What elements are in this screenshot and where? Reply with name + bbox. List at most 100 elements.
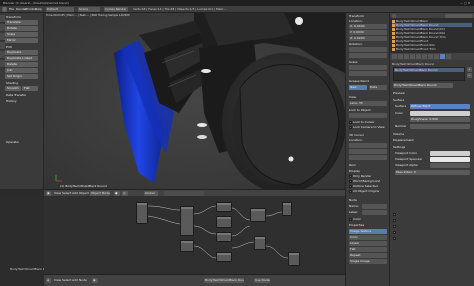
material-slot-list[interactable]: BodyHelmShieldBack Round bbox=[393, 67, 465, 81]
node-bump[interactable] bbox=[216, 232, 232, 242]
scene-selector[interactable]: Scene bbox=[78, 7, 100, 12]
checkbox-icon[interactable] bbox=[349, 125, 352, 129]
checkbox-icon[interactable] bbox=[349, 179, 352, 183]
node-material-output[interactable] bbox=[288, 252, 300, 266]
np-scale-x[interactable] bbox=[349, 65, 387, 70]
smooth-button[interactable]: Smooth bbox=[5, 86, 21, 91]
node-name-field[interactable] bbox=[362, 204, 387, 209]
node-image-texture-b[interactable] bbox=[216, 202, 232, 212]
np-cursor-z[interactable] bbox=[349, 155, 387, 160]
np-all-origins[interactable]: All Object Origins bbox=[349, 189, 379, 193]
material-selector[interactable]: BodyHelmShieldBack Round bbox=[204, 278, 244, 283]
np-only-render[interactable]: Only Render bbox=[349, 174, 372, 178]
pass-index-field[interactable]: Pass Index: 0 bbox=[395, 170, 470, 175]
np-section-item[interactable]: Item bbox=[349, 163, 356, 167]
props-section-volume[interactable]: Volume bbox=[393, 132, 404, 136]
node-image-select[interactable]: Image Texture bbox=[349, 229, 387, 234]
section-shading[interactable]: Shading bbox=[6, 81, 18, 85]
checkbox-icon[interactable] bbox=[349, 189, 352, 193]
material-datablock-field[interactable]: BodyHelmShieldBack Round bbox=[393, 83, 453, 88]
checkbox-icon[interactable] bbox=[393, 231, 396, 234]
np-loc-y[interactable]: Y: 0.0000 bbox=[349, 30, 387, 35]
surface-shader-select[interactable]: Diffuse BSDF bbox=[410, 104, 470, 109]
node-source-select[interactable]: Single Image bbox=[349, 259, 387, 264]
np-cursor-y[interactable] bbox=[349, 149, 387, 154]
np-section-transform[interactable]: Transform bbox=[349, 14, 364, 18]
object-icon[interactable] bbox=[416, 54, 421, 59]
scene-icon[interactable] bbox=[404, 54, 409, 59]
checkbox-icon[interactable] bbox=[349, 120, 352, 124]
duplicate-linked-button[interactable]: Duplicate Linked bbox=[5, 56, 38, 61]
outliner-editor-icon[interactable] bbox=[392, 13, 396, 18]
texture-icon[interactable] bbox=[446, 54, 451, 59]
material-icon[interactable] bbox=[440, 54, 445, 59]
node-color-select[interactable]: Color bbox=[349, 235, 387, 240]
outliner-search-input[interactable] bbox=[445, 13, 473, 18]
roughness-field[interactable]: Roughness: 0.000 bbox=[410, 117, 470, 122]
section-history[interactable]: History bbox=[6, 99, 17, 103]
node-label-field[interactable] bbox=[362, 210, 387, 215]
constraint-icon[interactable] bbox=[422, 54, 427, 59]
node-properties-section[interactable]: Properties bbox=[349, 223, 364, 227]
camera-icon[interactable] bbox=[392, 54, 397, 59]
join-button[interactable]: Join bbox=[5, 68, 38, 73]
checkbox-icon[interactable] bbox=[349, 184, 352, 188]
translate-button[interactable]: Translate bbox=[5, 20, 38, 25]
np-section-3d-cursor[interactable]: 3D Cursor bbox=[349, 133, 364, 137]
section-edit[interactable]: Edit bbox=[6, 45, 12, 49]
checkbox-icon[interactable] bbox=[393, 237, 396, 240]
np-lens-field[interactable]: Lens: 35 bbox=[349, 101, 387, 106]
wrench-icon[interactable] bbox=[428, 54, 433, 59]
menu-file[interactable]: File bbox=[8, 7, 15, 12]
node-color-toggle[interactable]: Color bbox=[349, 217, 361, 221]
checkbox-icon[interactable] bbox=[349, 217, 352, 221]
viewport-color-swatch[interactable] bbox=[430, 151, 470, 156]
np-lock-cursor[interactable]: Lock to Cursor bbox=[349, 120, 375, 124]
node-mapping[interactable] bbox=[180, 206, 194, 236]
np-world-background[interactable]: World Background bbox=[349, 179, 380, 183]
flat-button[interactable]: Flat bbox=[22, 86, 38, 91]
add-slot-button[interactable]: + bbox=[467, 67, 472, 72]
node-mix-shader[interactable] bbox=[282, 202, 292, 216]
viewport-alpha-field[interactable] bbox=[430, 163, 470, 168]
np-outline-selected[interactable]: Outline Selected bbox=[349, 184, 378, 188]
np-section-display[interactable]: Display bbox=[349, 169, 360, 173]
remove-slot-button[interactable]: − bbox=[467, 73, 472, 78]
node-projection-select[interactable]: Flat bbox=[349, 247, 387, 252]
layers-icon[interactable] bbox=[398, 54, 403, 59]
render-engine-select[interactable]: Cycles Render bbox=[104, 7, 128, 12]
color-swatch[interactable] bbox=[410, 111, 470, 116]
node-editor[interactable] bbox=[44, 196, 345, 274]
np-lock-object-field[interactable] bbox=[349, 113, 387, 118]
np-section-view[interactable]: View bbox=[349, 95, 356, 99]
viewport-specular-swatch[interactable] bbox=[430, 157, 470, 162]
checkbox-icon[interactable] bbox=[393, 213, 396, 216]
node-diffuse-bsdf[interactable] bbox=[250, 208, 266, 222]
np-lock-camera[interactable]: Lock Camera to View bbox=[349, 125, 385, 129]
rotate-button[interactable]: Rotate bbox=[5, 26, 38, 31]
editor-type-icon[interactable]: ⓘ bbox=[2, 7, 7, 12]
np-loc-x[interactable]: X: 0.0000 bbox=[349, 24, 387, 29]
np-rot-x[interactable] bbox=[349, 47, 387, 52]
checkbox-icon[interactable] bbox=[393, 225, 396, 228]
mirror-button[interactable]: Mirror bbox=[5, 38, 38, 43]
checkbox-icon[interactable] bbox=[349, 174, 352, 178]
scale-button[interactable]: Scale bbox=[5, 32, 38, 37]
node-image-texture-c[interactable] bbox=[216, 216, 232, 228]
np-cursor-x[interactable] bbox=[349, 143, 387, 148]
outliner-row[interactable]: BodyHelmShieldFront Trim bbox=[392, 47, 472, 51]
sphere-icon[interactable]: ◉ bbox=[92, 278, 98, 283]
tool-tab-animation[interactable] bbox=[0, 42, 5, 50]
props-section-preview[interactable]: Preview bbox=[393, 91, 405, 95]
world-icon[interactable] bbox=[410, 54, 415, 59]
props-section-displacement[interactable]: Displacement bbox=[393, 138, 414, 142]
node-editor-icon[interactable]: ◈ bbox=[46, 278, 51, 283]
node-glossy-bsdf[interactable] bbox=[254, 236, 266, 250]
np-scale-y[interactable] bbox=[349, 71, 387, 76]
node-menu-node[interactable]: Node bbox=[78, 278, 88, 283]
window-controls[interactable]: — ▢ ✕ bbox=[460, 1, 472, 5]
node-image-texture-a[interactable] bbox=[180, 240, 194, 252]
3d-viewport[interactable] bbox=[44, 13, 345, 189]
node-panel-header[interactable]: Node bbox=[349, 198, 357, 202]
material-slot[interactable]: BodyHelmShieldBack Round bbox=[394, 68, 464, 72]
